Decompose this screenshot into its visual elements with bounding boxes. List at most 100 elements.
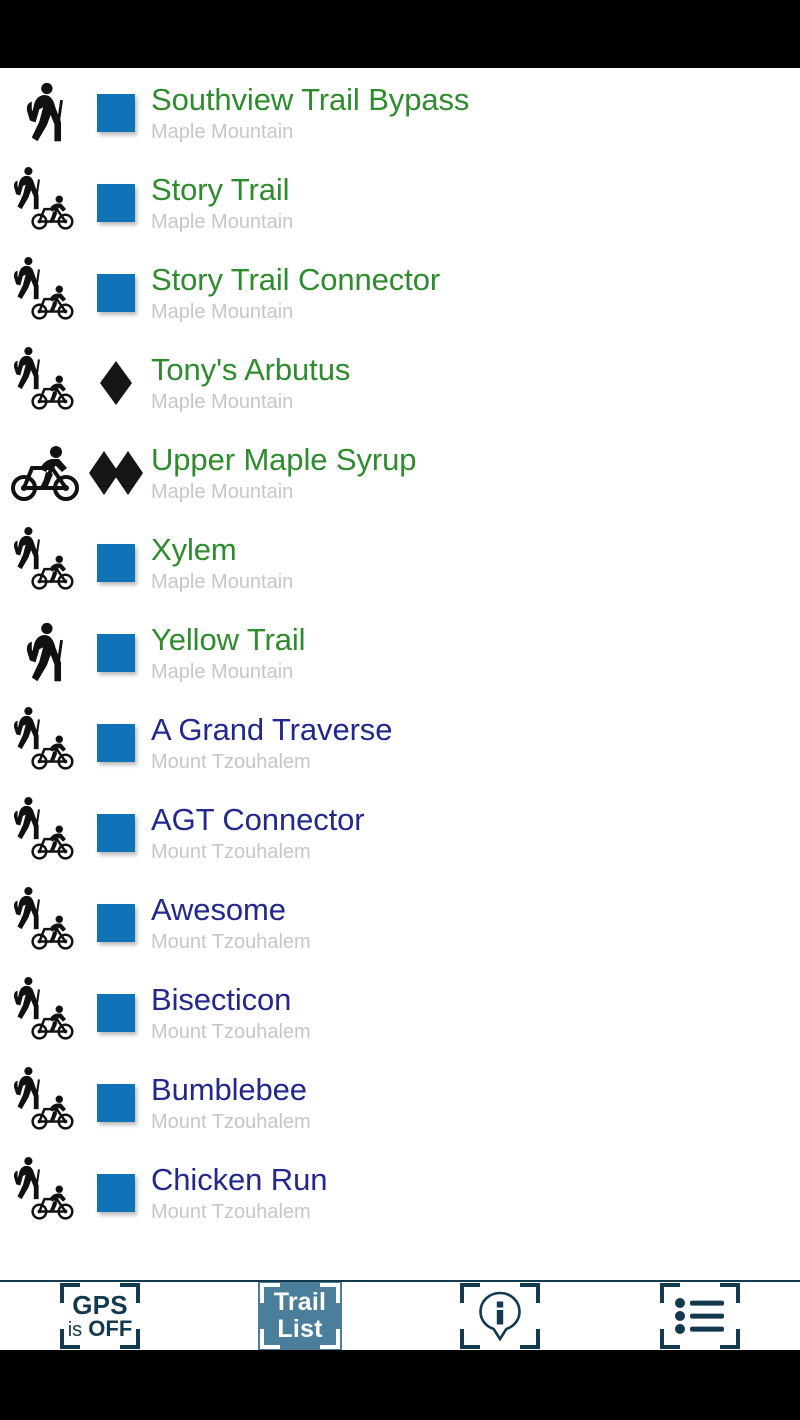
list-tab[interactable] xyxy=(658,1282,742,1350)
trail-area: Maple Mountain xyxy=(151,480,294,503)
nav-cell-list xyxy=(600,1282,800,1350)
trail-name: A Grand Traverse xyxy=(151,711,393,747)
blue-square-difficulty-icon xyxy=(97,184,135,222)
trail-list[interactable]: Southview Trail Bypass Maple Mountain Stor… xyxy=(0,68,800,1280)
trail-text: Chicken Run Mount Tzouhalem xyxy=(150,1162,800,1225)
trail-area: Mount Tzouhalem xyxy=(151,1110,311,1133)
trail-area: Maple Mountain xyxy=(151,300,294,323)
blue-square-difficulty-icon xyxy=(97,1174,135,1212)
trail-name: Awesome xyxy=(151,891,286,927)
trail-row[interactable]: Tony's Arbutus Maple Mountain xyxy=(0,338,800,428)
hiker-biker-icon xyxy=(0,707,82,779)
gps-label-value: OFF xyxy=(88,1316,133,1342)
hiker-icon xyxy=(0,77,82,149)
trail-text: Yellow Trail Maple Mountain xyxy=(150,622,800,685)
blue-square-difficulty-icon xyxy=(82,527,150,599)
trail-name: Tony's Arbutus xyxy=(151,351,351,387)
trail-area: Mount Tzouhalem xyxy=(151,750,311,773)
letterbox-top xyxy=(0,0,800,68)
trail-area: Maple Mountain xyxy=(151,570,294,593)
trail-row[interactable]: Bisecticon Mount Tzouhalem xyxy=(0,968,800,1058)
trail-row[interactable]: Upper Maple Syrup Maple Mountain xyxy=(0,428,800,518)
black-diamond-difficulty-icon xyxy=(82,347,150,419)
blue-square-difficulty-icon xyxy=(97,994,135,1032)
blue-square-difficulty-icon xyxy=(82,797,150,869)
trail-area: Maple Mountain xyxy=(151,660,294,683)
trail-name: Chicken Run xyxy=(151,1161,328,1197)
blue-square-difficulty-icon xyxy=(97,274,135,312)
blue-square-difficulty-icon xyxy=(82,887,150,959)
hiker-biker-icon xyxy=(0,1067,82,1139)
trail-row[interactable]: Yellow Trail Maple Mountain xyxy=(0,608,800,698)
hiker-icon xyxy=(0,617,82,689)
trail-text: Bisecticon Mount Tzouhalem xyxy=(150,982,800,1045)
trail-text: A Grand Traverse Mount Tzouhalem xyxy=(150,712,800,775)
letterbox-bottom xyxy=(0,1350,800,1420)
hiker-biker-icon xyxy=(0,257,82,329)
trail-row[interactable]: Southview Trail Bypass Maple Mountain xyxy=(0,68,800,158)
trail-text: Story Trail Maple Mountain xyxy=(150,172,800,235)
trail-text: Awesome Mount Tzouhalem xyxy=(150,892,800,955)
trail-name: Story Trail xyxy=(151,171,290,207)
trail-area: Maple Mountain xyxy=(151,210,294,233)
trail-row[interactable]: A Grand Traverse Mount Tzouhalem xyxy=(0,698,800,788)
trail-name: Bisecticon xyxy=(151,981,292,1017)
bulleted-list-icon xyxy=(674,1296,726,1336)
trail-area: Maple Mountain xyxy=(151,390,294,413)
blue-square-difficulty-icon xyxy=(82,77,150,149)
trail-area: Mount Tzouhalem xyxy=(151,1020,311,1043)
hiker-biker-icon xyxy=(0,347,82,419)
hiker-biker-icon xyxy=(0,167,82,239)
trail-row[interactable]: Chicken Run Mount Tzouhalem xyxy=(0,1148,800,1238)
trail-list-label-line1: Trail xyxy=(273,1288,327,1316)
blue-square-difficulty-icon xyxy=(82,1067,150,1139)
nav-cell-trail-list: Trail List xyxy=(200,1282,400,1350)
trail-text: Upper Maple Syrup Maple Mountain xyxy=(150,442,800,505)
blue-square-difficulty-icon xyxy=(82,707,150,779)
blue-square-difficulty-icon xyxy=(97,94,135,132)
trail-area: Mount Tzouhalem xyxy=(151,1200,311,1223)
trail-row[interactable]: Bumblebee Mount Tzouhalem xyxy=(0,1058,800,1148)
trail-name: Bumblebee xyxy=(151,1071,307,1107)
blue-square-difficulty-icon xyxy=(97,1084,135,1122)
trail-text: Tony's Arbutus Maple Mountain xyxy=(150,352,800,415)
trail-text: AGT Connector Mount Tzouhalem xyxy=(150,802,800,865)
info-tab[interactable] xyxy=(458,1282,542,1350)
blue-square-difficulty-icon xyxy=(97,814,135,852)
gps-button-label: GPS is OFF xyxy=(67,1289,133,1342)
blue-square-difficulty-icon xyxy=(97,724,135,762)
trail-name: Story Trail Connector xyxy=(151,261,441,297)
trail-area: Maple Mountain xyxy=(151,120,294,143)
hiker-biker-icon xyxy=(0,797,82,869)
trail-name: Southview Trail Bypass xyxy=(151,81,470,117)
double-black-diamond-difficulty-icon xyxy=(82,437,150,509)
gps-label-line1: GPS xyxy=(72,1289,128,1320)
trail-list-tab[interactable]: Trail List xyxy=(258,1282,342,1350)
trail-area: Mount Tzouhalem xyxy=(151,840,311,863)
trail-row[interactable]: Story Trail Maple Mountain xyxy=(0,158,800,248)
gps-label-prefix: is xyxy=(67,1319,83,1342)
trail-row[interactable]: AGT Connector Mount Tzouhalem xyxy=(0,788,800,878)
blue-square-difficulty-icon xyxy=(97,544,135,582)
trail-name: Yellow Trail xyxy=(151,621,306,657)
trail-row[interactable]: Story Trail Connector Maple Mountain xyxy=(0,248,800,338)
bottom-navigation-bar: GPS is OFF Trail List xyxy=(0,1280,800,1350)
trail-text: Bumblebee Mount Tzouhalem xyxy=(150,1072,800,1135)
blue-square-difficulty-icon xyxy=(82,617,150,689)
hiker-biker-icon xyxy=(0,1157,82,1229)
trail-list-label-line2: List xyxy=(277,1315,323,1343)
blue-square-difficulty-icon xyxy=(82,257,150,329)
blue-square-difficulty-icon xyxy=(82,167,150,239)
info-pin-icon xyxy=(477,1291,523,1341)
trail-list-app: Southview Trail Bypass Maple Mountain Stor… xyxy=(0,68,800,1350)
trail-text: Southview Trail Bypass Maple Mountain xyxy=(150,82,800,145)
trail-row[interactable]: Xylem Maple Mountain xyxy=(0,518,800,608)
gps-status-button[interactable]: GPS is OFF xyxy=(58,1282,142,1350)
trail-row[interactable]: Awesome Mount Tzouhalem xyxy=(0,878,800,968)
device-screen: Southview Trail Bypass Maple Mountain Stor… xyxy=(0,0,800,1420)
blue-square-difficulty-icon xyxy=(82,1157,150,1229)
hiker-biker-icon xyxy=(0,527,82,599)
hiker-biker-icon xyxy=(0,977,82,1049)
hiker-biker-icon xyxy=(0,887,82,959)
trail-name: Upper Maple Syrup xyxy=(151,441,417,477)
